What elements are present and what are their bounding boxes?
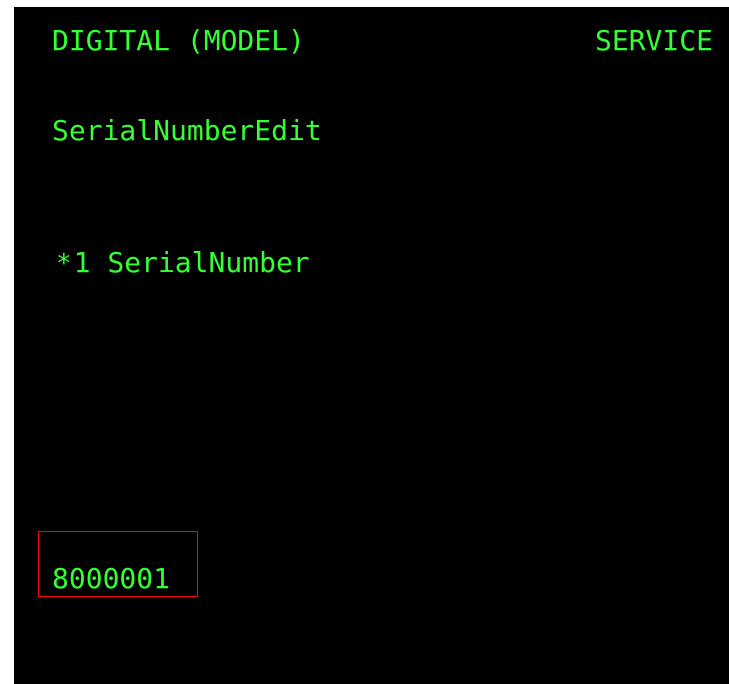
menu-item-serial-number[interactable]: *1 SerialNumber xyxy=(56,245,310,282)
model-title: DIGITAL (MODEL) xyxy=(52,24,305,57)
service-screen: DIGITAL (MODEL) SERVICE SerialNumberEdit… xyxy=(14,7,729,684)
mode-label: SERVICE xyxy=(594,24,713,57)
menu-item-number: 1 xyxy=(73,246,91,279)
menu-item-label: SerialNumber xyxy=(107,246,310,279)
selection-marker: * xyxy=(56,249,72,279)
serial-number-value[interactable]: 8000001 xyxy=(52,561,170,597)
page-title: SerialNumberEdit xyxy=(52,114,322,147)
